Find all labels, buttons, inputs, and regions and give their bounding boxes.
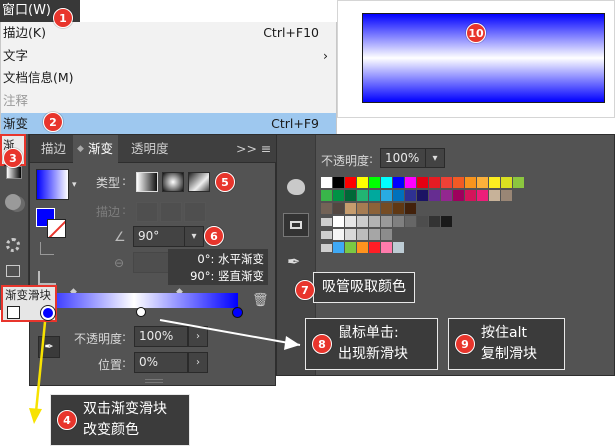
callout-8: 8 [312,334,332,354]
note9-line2: 复制滑块 [481,346,537,362]
callout-1: 1 [53,8,73,28]
note4-line2: 改变颜色 [83,422,139,438]
arrow-yellow [34,321,47,413]
callout-2: 2 [43,112,63,132]
note8-line1: 鼠标单击: [338,325,399,341]
note-alt-copy: 9 按住alt 复制滑块 [448,318,565,370]
note-eyedropper: 吸管吸取颜色 [313,272,415,303]
arrow-head-yellow [29,408,42,424]
callout-7: 7 [295,280,315,300]
annotation-arrows [29,319,301,424]
callout-3: 3 [3,148,23,168]
callout-4: 4 [57,410,77,430]
arrow-head-white [284,336,300,350]
note-double-click-stop: 4 双击渐变滑块 改变颜色 [50,394,190,446]
note-click-new-stop: 8 鼠标单击: 出现新滑块 [305,318,438,370]
callout-10: 10 [466,23,486,43]
callout-6: 6 [204,226,224,246]
note4-line1: 双击渐变滑块 [83,401,167,417]
callout-5: 5 [215,172,235,192]
callout-9: 9 [455,334,475,354]
note-eyedropper-text: 吸管吸取颜色 [322,279,406,295]
note9-line1: 按住alt [481,325,527,341]
arrow-to-note8 [159,319,301,346]
note8-line2: 出现新滑块 [338,346,408,362]
